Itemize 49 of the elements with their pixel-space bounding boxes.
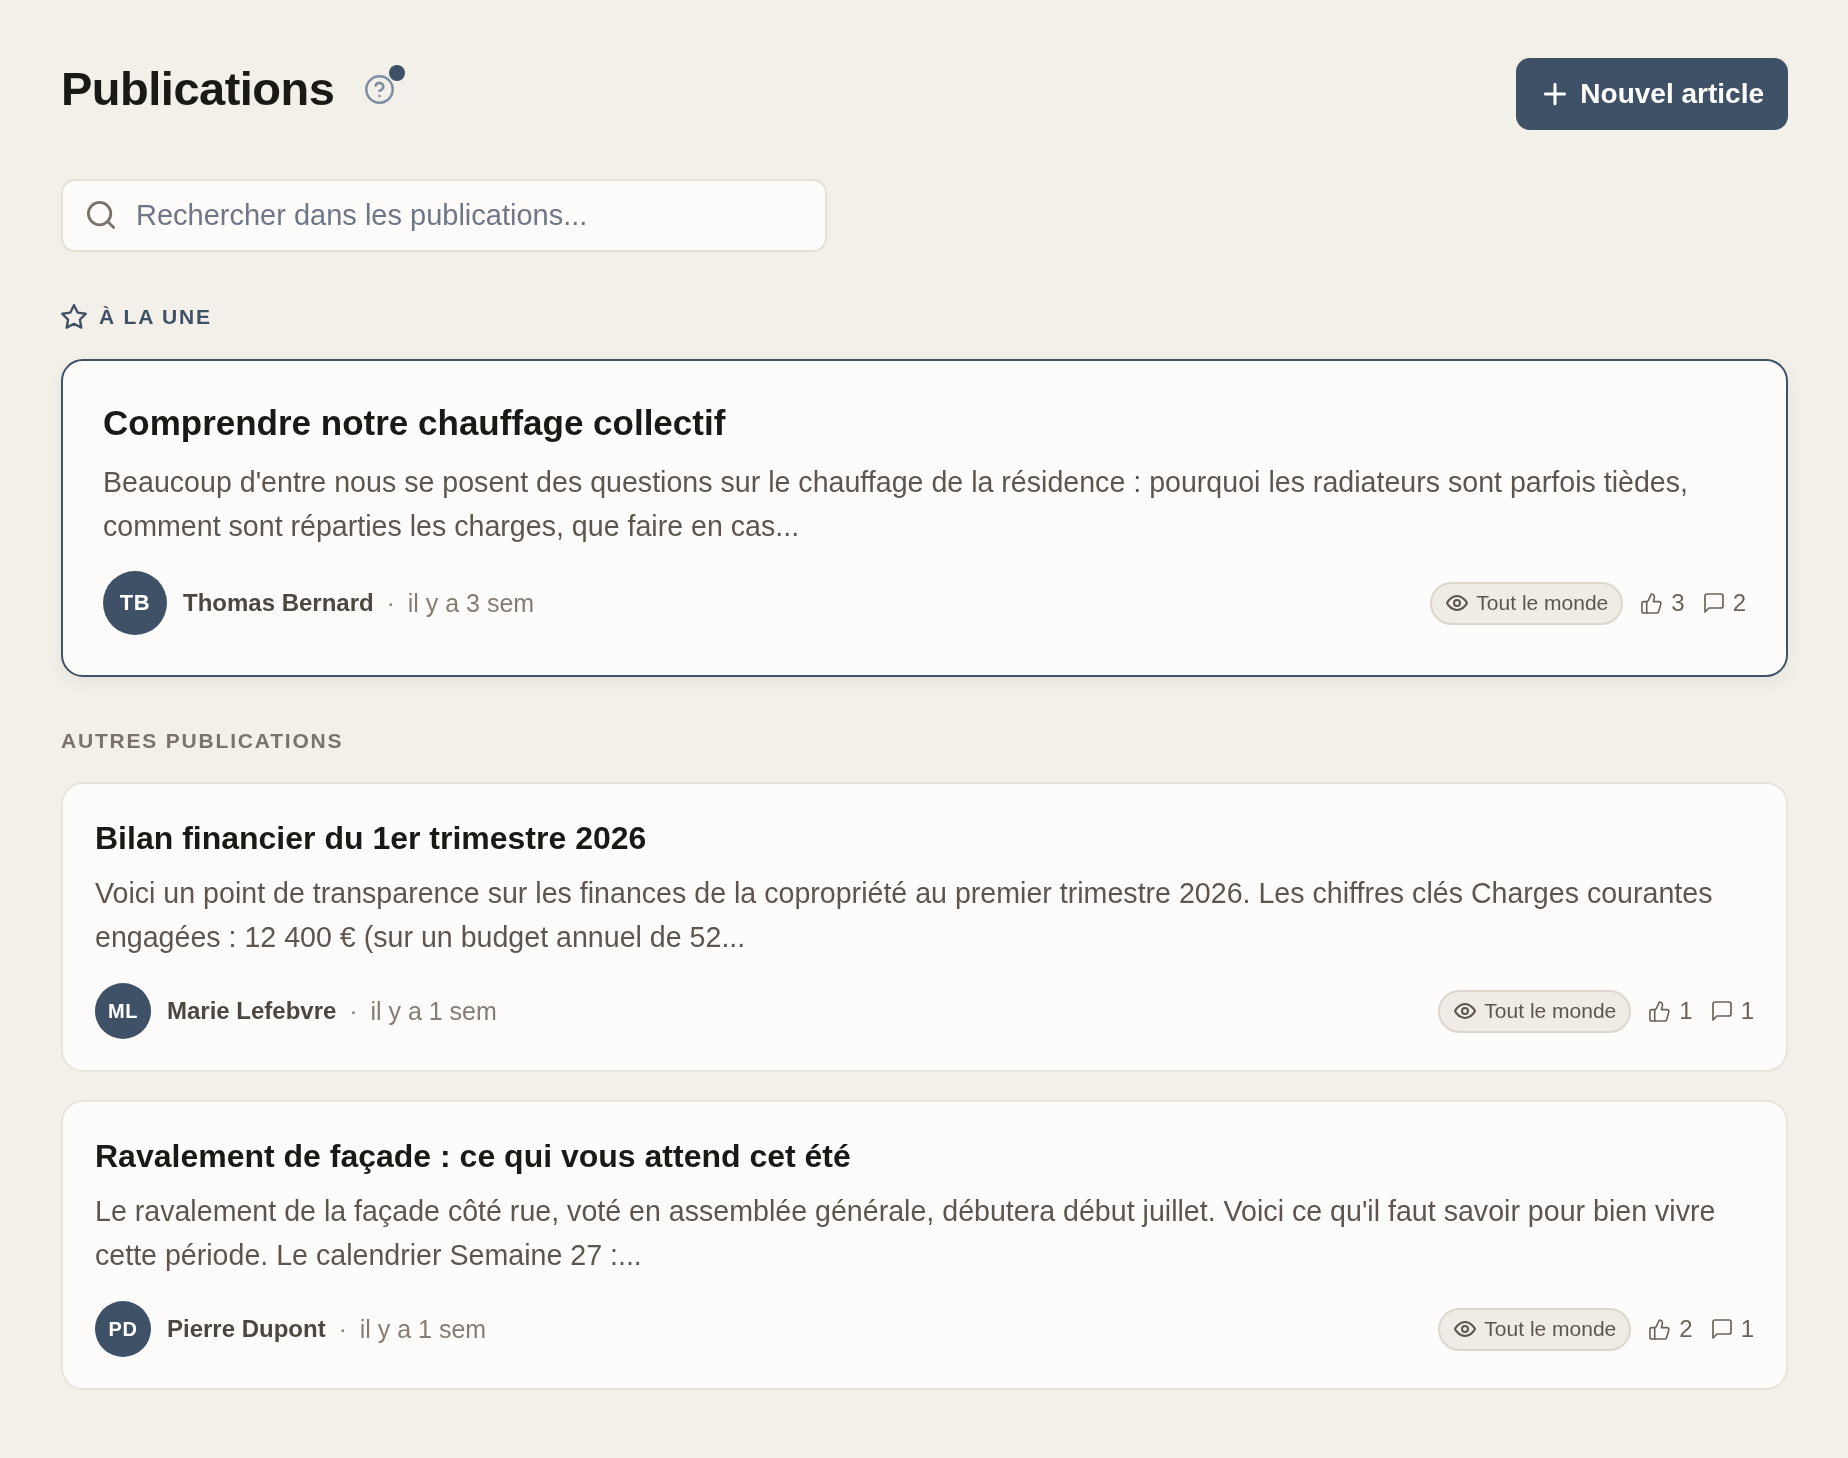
thumbs-up-icon	[1649, 1000, 1671, 1022]
post-excerpt: Le ravalement de la façade côté rue, voté en assemblée générale, débutera début juillet. Voici ce qu'il faut savoir pour bien vivre cette période. Le calendrier Semaine 27 :...	[95, 1194, 1717, 1273]
separator-dot: ·	[386, 589, 395, 617]
post-title: Bilan financier du 1er trimestre 2026	[95, 819, 648, 858]
comment-icon	[1703, 593, 1724, 613]
author-avatar: TB	[103, 571, 167, 635]
comment-count: 1	[1740, 997, 1754, 1025]
section-heading: À LA UNE	[99, 304, 212, 330]
post-title: Ravalement de façade : ce qui vous attend cet été	[95, 1137, 852, 1176]
post-title: Comprendre notre chauffage collectif	[103, 402, 727, 444]
thumbs-up-icon	[1649, 1318, 1671, 1340]
post-card[interactable]	[61, 782, 1788, 1072]
post-time: il y a 1 sem	[370, 996, 497, 1026]
comment-icon	[1711, 1001, 1732, 1021]
post-excerpt: Beaucoup d'entre nous se posent des questions sur le chauffage de la résidence : pourquoi les radiateurs sont parfois tièdes, comment sont réparties les charges, que faire en cas...	[103, 465, 1689, 544]
separator-dot: ·	[349, 997, 358, 1025]
star-icon	[61, 304, 87, 330]
author-name: Pierre Dupont	[167, 1315, 326, 1343]
section-heading: AUTRES PUBLICATIONS	[61, 728, 344, 754]
eye-icon	[1446, 592, 1469, 614]
help-button[interactable]	[365, 74, 395, 104]
visibility-text: Tout le monde	[1476, 591, 1609, 615]
eye-icon	[1454, 1000, 1477, 1022]
post-excerpt: Voici un point de transparence sur les finances de la copropriété au premier trimestre 2026. Les chiffres clés Charges courantes engagées : 12 400 € (sur un budget annuel de 52...	[95, 876, 1714, 955]
like-count: 3	[1671, 589, 1685, 617]
visibility-text: Tout le monde	[1484, 999, 1617, 1023]
comment-count: 2	[1732, 589, 1746, 617]
plus-icon	[1544, 83, 1567, 105]
comment-count: 1	[1740, 1315, 1754, 1343]
post-card[interactable]	[61, 1100, 1788, 1390]
comment-icon	[1711, 1319, 1732, 1339]
search-icon	[87, 201, 115, 229]
separator-dot: ·	[338, 1315, 347, 1343]
help-icon	[365, 74, 395, 104]
thumbs-up-icon	[1641, 592, 1663, 614]
author-name: Thomas Bernard	[183, 589, 374, 617]
eye-icon	[1454, 1318, 1477, 1340]
visibility-text: Tout le monde	[1484, 1317, 1617, 1341]
featured-post-card[interactable]	[61, 359, 1788, 677]
like-count: 1	[1679, 997, 1693, 1025]
search-field[interactable]: Rechercher dans les publications...	[61, 179, 827, 252]
author-avatar: PD	[95, 1301, 151, 1357]
author-name: Marie Lefebvre	[167, 997, 337, 1025]
author-avatar: ML	[95, 983, 151, 1039]
post-time: il y a 1 sem	[359, 1314, 487, 1344]
new-article-button[interactable]: Nouvel article	[1516, 58, 1788, 130]
like-count: 2	[1679, 1315, 1693, 1343]
post-time: il y a 3 sem	[407, 588, 535, 618]
page-title: Publications	[61, 61, 335, 117]
